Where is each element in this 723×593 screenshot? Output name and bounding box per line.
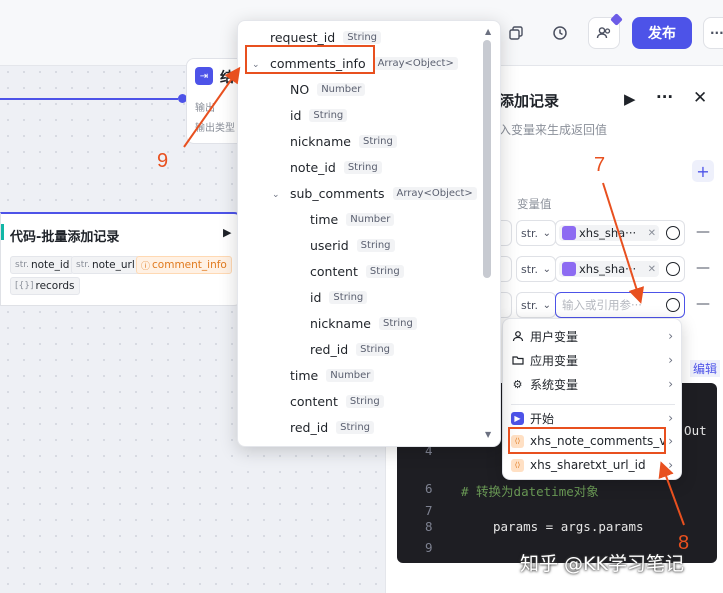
annotation-9: 9 (157, 150, 169, 172)
arrow-8 (658, 461, 685, 526)
watermark: 知乎 @KK学习笔记 (520, 553, 684, 575)
annotation-7: 7 (594, 154, 606, 176)
annotation-arrows (183, 66, 685, 526)
arrow-7 (602, 182, 645, 304)
arrow-9 (183, 66, 241, 148)
